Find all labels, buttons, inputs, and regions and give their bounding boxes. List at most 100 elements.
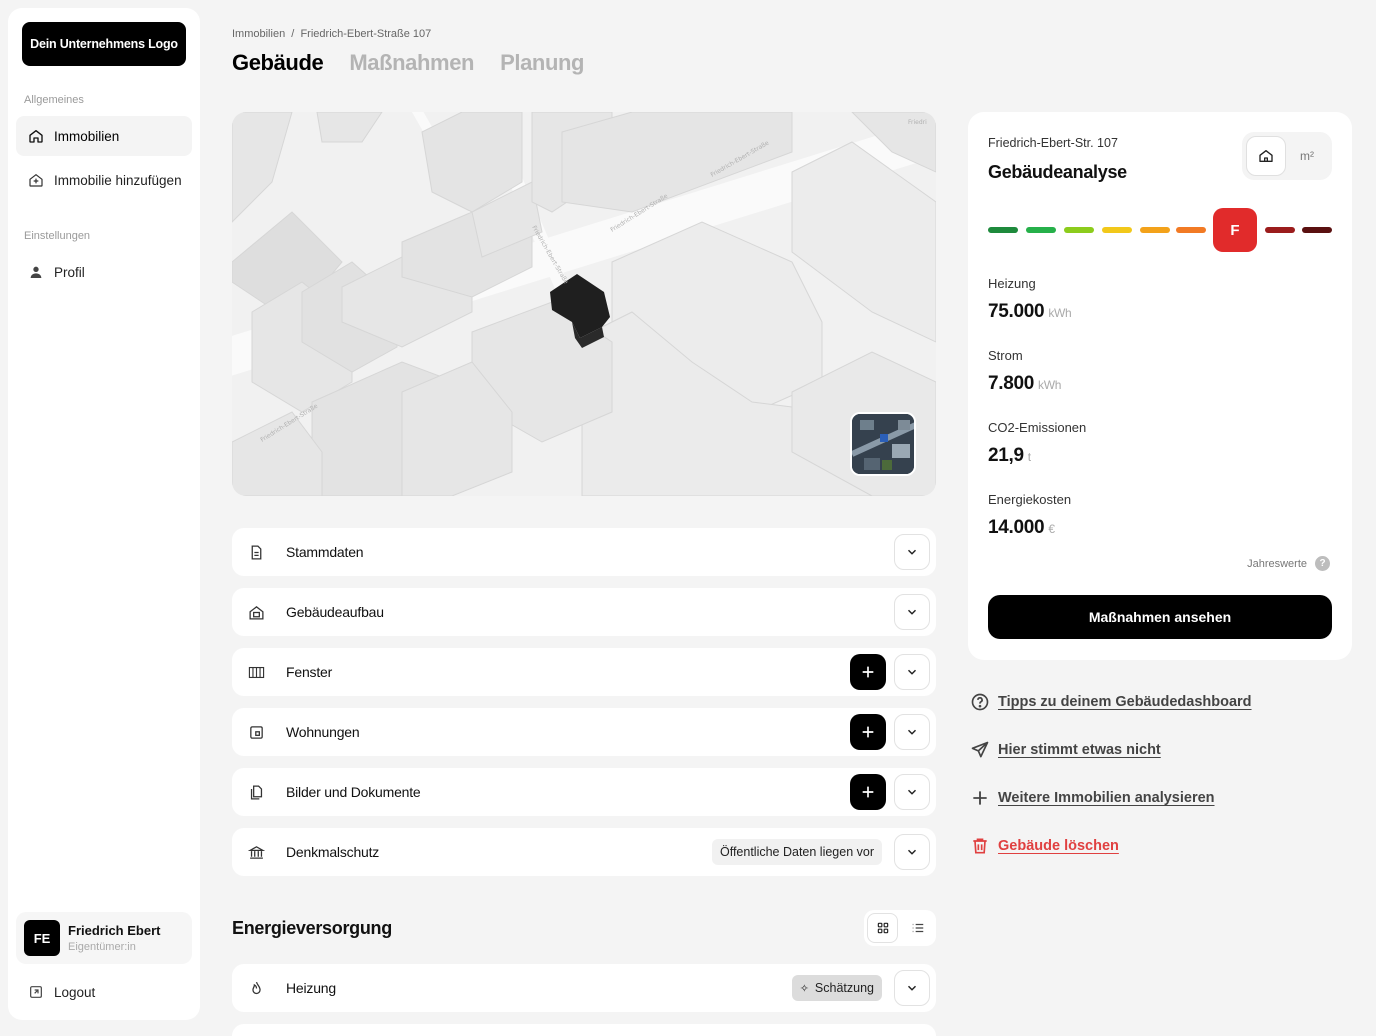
tab-gebaeude[interactable]: Gebäude	[232, 50, 324, 76]
energy-grade-badge: F	[1213, 208, 1257, 252]
estimate-badge: ✧ Schätzung	[791, 975, 882, 1001]
unit-toggle: m²	[1242, 132, 1332, 180]
report-issue-link[interactable]: Hier stimmt etwas nicht	[970, 740, 1161, 760]
rating-segment	[1102, 227, 1132, 233]
annual-values-note: Jahreswerte ?	[1247, 556, 1330, 571]
add-wohnung-button[interactable]	[850, 714, 886, 750]
metric-value-co2: 21,9 t	[988, 445, 1031, 467]
logout-icon	[30, 986, 42, 998]
section-wohnungen[interactable]: Wohnungen	[232, 708, 936, 756]
energy-row-heizung[interactable]: Heizung ✧ Schätzung	[232, 964, 936, 1012]
expand-button[interactable]	[894, 594, 930, 630]
metric-label-kosten: Energiekosten	[988, 492, 1072, 507]
metric-value-strom: 7.800 kWh	[988, 373, 1061, 395]
analysis-card: Friedrich-Ebert-Str. 107 Gebäudeanalyse …	[968, 112, 1352, 660]
logout-button[interactable]: Logout	[16, 972, 192, 1012]
analysis-address: Friedrich-Ebert-Str. 107	[988, 136, 1118, 150]
window-icon	[246, 662, 266, 682]
flame-icon	[246, 978, 266, 998]
metric-value-heizung: 75.000 kWh	[988, 301, 1072, 323]
section-bilder-dokumente[interactable]: Bilder und Dokumente	[232, 768, 936, 816]
rating-segment	[1026, 227, 1056, 233]
section-label: Stammdaten	[286, 544, 364, 560]
nav-section-general: Allgemeines	[24, 94, 84, 106]
chevron-down-icon	[907, 609, 917, 615]
user-role: Eigentümer:in	[68, 941, 136, 953]
metric-label-co2: CO2-Emissionen	[988, 420, 1087, 435]
section-label: Fenster	[286, 664, 333, 680]
logout-label: Logout	[54, 984, 96, 1000]
sidebar-item-add-property[interactable]: Immobilie hinzufügen	[16, 160, 192, 200]
chevron-down-icon	[907, 549, 917, 555]
analyze-more-link[interactable]: Weitere Immobilien analysieren	[970, 788, 1215, 808]
energy-section-title: Energieversorgung	[232, 918, 392, 938]
rating-segment	[1302, 227, 1332, 233]
home-icon	[1259, 150, 1273, 162]
tab-planung[interactable]: Planung	[500, 50, 584, 76]
tab-massnahmen[interactable]: Maßnahmen	[349, 50, 474, 76]
expand-button[interactable]	[894, 774, 930, 810]
company-logo[interactable]: Dein Unternehmens Logo	[22, 22, 186, 66]
section-denkmalschutz[interactable]: Denkmalschutz Öffentliche Daten liegen v…	[232, 828, 936, 876]
tab-bar: Gebäude Maßnahmen Planung	[232, 50, 584, 76]
expand-button[interactable]	[894, 714, 930, 750]
tips-link[interactable]: Tipps zu deinem Gebäudedashboard	[970, 692, 1252, 712]
unit-building-button[interactable]	[1246, 136, 1286, 176]
rating-segment	[988, 227, 1018, 233]
sidebar-item-immobilien[interactable]: Immobilien	[16, 116, 192, 156]
expand-button[interactable]	[894, 654, 930, 690]
metric-unit: kWh	[1048, 306, 1072, 320]
sidebar-item-label: Immobilie hinzufügen	[54, 172, 182, 188]
landmark-icon	[246, 842, 266, 862]
metric-unit: kWh	[1038, 378, 1062, 392]
apartment-icon	[246, 722, 266, 742]
files-icon	[246, 782, 266, 802]
expand-button[interactable]	[894, 534, 930, 570]
energy-row-next[interactable]	[232, 1024, 936, 1036]
section-fenster[interactable]: Fenster	[232, 648, 936, 696]
add-document-button[interactable]	[850, 774, 886, 810]
satellite-view-toggle[interactable]	[850, 412, 916, 476]
chevron-down-icon	[907, 729, 917, 735]
plus-icon	[862, 726, 874, 738]
user-card[interactable]: FE Friedrich Ebert Eigentümer:in	[16, 912, 192, 964]
sidebar: Dein Unternehmens Logo Allgemeines Immob…	[8, 8, 200, 1020]
map-canvas: Friedrich-Ebert-Straße Friedrich-Ebert-S…	[232, 112, 936, 496]
sidebar-item-label: Profil	[54, 264, 85, 280]
list-view-button[interactable]	[902, 913, 933, 943]
delete-building-link[interactable]: Gebäude löschen	[970, 836, 1119, 856]
building-map[interactable]: Friedrich-Ebert-Straße Friedrich-Ebert-S…	[232, 112, 936, 496]
rating-segment	[1265, 227, 1295, 233]
metric-number: 7.800	[988, 373, 1035, 394]
section-label: Denkmalschutz	[286, 844, 380, 860]
chevron-down-icon	[907, 849, 917, 855]
section-stammdaten[interactable]: Stammdaten	[232, 528, 936, 576]
chevron-down-icon	[907, 789, 917, 795]
analysis-title: Gebäudeanalyse	[988, 162, 1127, 182]
document-icon	[246, 542, 266, 562]
add-fenster-button[interactable]	[850, 654, 886, 690]
delete-building-label: Gebäude löschen	[998, 838, 1119, 854]
user-name: Friedrich Ebert	[68, 923, 161, 938]
grid-view-button[interactable]	[867, 913, 899, 943]
breadcrumb[interactable]: Immobilien / Friedrich-Ebert-Straße 107	[232, 28, 431, 40]
unit-sqm-button[interactable]: m²	[1286, 149, 1328, 163]
section-gebaeudeaufbau[interactable]: Gebäudeaufbau	[232, 588, 936, 636]
nav-section-settings: Einstellungen	[24, 230, 91, 242]
expand-button[interactable]	[894, 834, 930, 870]
rating-segment	[1064, 227, 1094, 233]
metric-number: 75.000	[988, 301, 1045, 322]
rating-segment	[1176, 227, 1206, 233]
sidebar-item-profil[interactable]: Profil	[16, 252, 192, 292]
home-icon	[29, 130, 43, 143]
grid-icon	[877, 922, 888, 934]
energy-row-label: Heizung	[286, 980, 336, 996]
expand-button[interactable]	[894, 970, 930, 1006]
house-layers-icon	[246, 602, 266, 622]
analyze-more-label: Weitere Immobilien analysieren	[998, 790, 1215, 806]
view-measures-button[interactable]: Maßnahmen ansehen	[988, 595, 1332, 639]
user-icon	[30, 266, 42, 278]
street-label: Friedri	[908, 119, 927, 126]
help-circle-icon	[971, 693, 989, 711]
help-icon[interactable]: ?	[1315, 556, 1330, 571]
